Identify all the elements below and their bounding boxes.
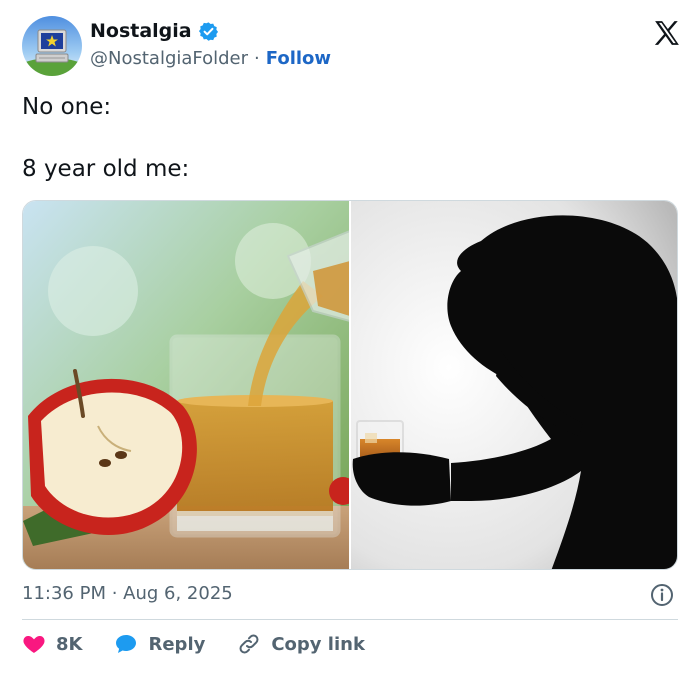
- reply-button[interactable]: Reply: [114, 632, 205, 656]
- handle-row: @NostalgiaFolder · Follow: [90, 48, 331, 69]
- info-icon[interactable]: [650, 583, 674, 607]
- copy-link-label: Copy link: [271, 633, 365, 655]
- display-name[interactable]: Nostalgia: [90, 20, 192, 42]
- heart-icon: [23, 636, 45, 653]
- author-handle[interactable]: @NostalgiaFolder: [90, 48, 248, 69]
- reply-label: Reply: [148, 633, 206, 655]
- name-row: Nostalgia: [90, 20, 219, 42]
- speech-bubble-icon: [116, 635, 137, 653]
- x-logo-icon[interactable]: [652, 18, 682, 48]
- tweet-header: Nostalgia @NostalgiaFolder · Follow: [22, 16, 682, 78]
- action-bar: 8K Reply Copy link: [22, 632, 397, 656]
- tweet-line-2: 8 year old me:: [22, 156, 190, 182]
- separator-dot: ·: [254, 48, 260, 69]
- apple-juice-photo[interactable]: [23, 201, 349, 569]
- follow-button[interactable]: Follow: [266, 48, 331, 69]
- avatar[interactable]: [22, 16, 82, 76]
- divider: [22, 619, 678, 620]
- tweet-line-1: No one:: [22, 94, 112, 120]
- tweet-timestamp[interactable]: 11:36 PM · Aug 6, 2025: [22, 583, 233, 604]
- copy-link-button[interactable]: Copy link: [237, 632, 365, 656]
- tweet-text: No one: 8 year old me:: [22, 92, 678, 185]
- verified-badge-icon: [198, 21, 219, 42]
- like-button[interactable]: 8K: [22, 632, 82, 656]
- silhouette-photo[interactable]: [351, 201, 677, 569]
- tweet-media[interactable]: [22, 200, 678, 570]
- link-icon: [239, 634, 259, 654]
- like-count: 8K: [56, 633, 83, 655]
